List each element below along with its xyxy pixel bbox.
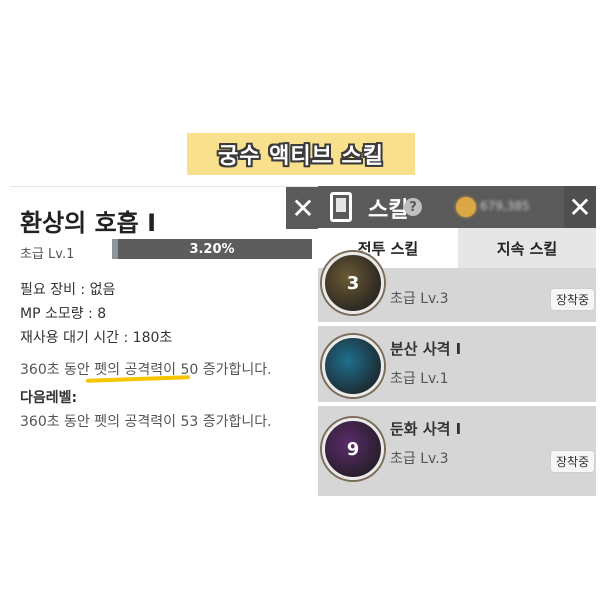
skill-detail-panel: 환상의 호흡 I ✕ 초급 Lv.1 3.20% 필요 장비 : 없음 MP 소… xyxy=(10,186,320,497)
skill-icon: 3 xyxy=(322,252,384,314)
skills-panel: 스킬 ? 679,385 ✕ 전투 스킬 지속 스킬 3 초급 Lv.3 장착중… xyxy=(318,186,596,496)
skill-book-icon xyxy=(330,192,352,222)
skill-level-label: 초급 Lv.1 xyxy=(20,247,75,262)
list-item[interactable]: 분산 사격 I 초급 Lv.1 xyxy=(318,326,596,406)
skill-title: 둔화 사격 I xyxy=(390,420,462,438)
next-level-title: 다음레벨: xyxy=(20,390,78,406)
next-level-effect: 360초 동안 펫의 공격력이 53 증가합니다. xyxy=(20,414,272,430)
equipped-badge: 장착중 xyxy=(550,288,596,311)
skills-title: 스킬 xyxy=(368,198,409,223)
skill-level: 초급 Lv.1 xyxy=(390,371,449,387)
skill-level: 초급 Lv.3 xyxy=(390,451,449,467)
skill-title: 분산 사격 I xyxy=(390,340,462,358)
skill-icon: 9 xyxy=(322,418,384,480)
title-banner: 궁수 액티브 스킬 xyxy=(187,133,415,175)
skill-name: 환상의 호흡 I xyxy=(20,209,157,237)
list-item[interactable]: 9 둔화 사격 I 초급 Lv.3 장착중 xyxy=(318,406,596,496)
skill-list: 3 초급 Lv.3 장착중 분산 사격 I 초급 Lv.1 9 둔화 사격 I … xyxy=(318,252,596,496)
tab-passive-skills[interactable]: 지속 스킬 xyxy=(458,228,596,268)
skill-level: 초급 Lv.3 xyxy=(390,291,449,307)
cooldown-time: 재사용 대기 시간 : 180초 xyxy=(20,330,173,346)
mp-cost: MP 소모량 : 8 xyxy=(20,306,107,322)
help-icon[interactable]: ? xyxy=(404,198,422,216)
coin-icon xyxy=(456,197,476,217)
required-equipment: 필요 장비 : 없음 xyxy=(20,282,116,298)
list-item[interactable]: 3 초급 Lv.3 장착중 xyxy=(318,252,596,326)
equipped-badge: 장착중 xyxy=(550,450,596,473)
coin-amount: 679,385 xyxy=(480,199,530,213)
exp-progress-bar: 3.20% xyxy=(112,239,312,259)
skill-icon-number: 3 xyxy=(346,272,360,294)
skill-icon xyxy=(322,335,384,397)
exp-progress-text: 3.20% xyxy=(189,241,235,257)
skill-icon-number: 9 xyxy=(346,438,360,460)
close-icon[interactable]: ✕ xyxy=(564,186,596,228)
close-icon[interactable]: ✕ xyxy=(286,187,320,229)
skills-header: 스킬 ? 679,385 ✕ xyxy=(318,186,596,228)
